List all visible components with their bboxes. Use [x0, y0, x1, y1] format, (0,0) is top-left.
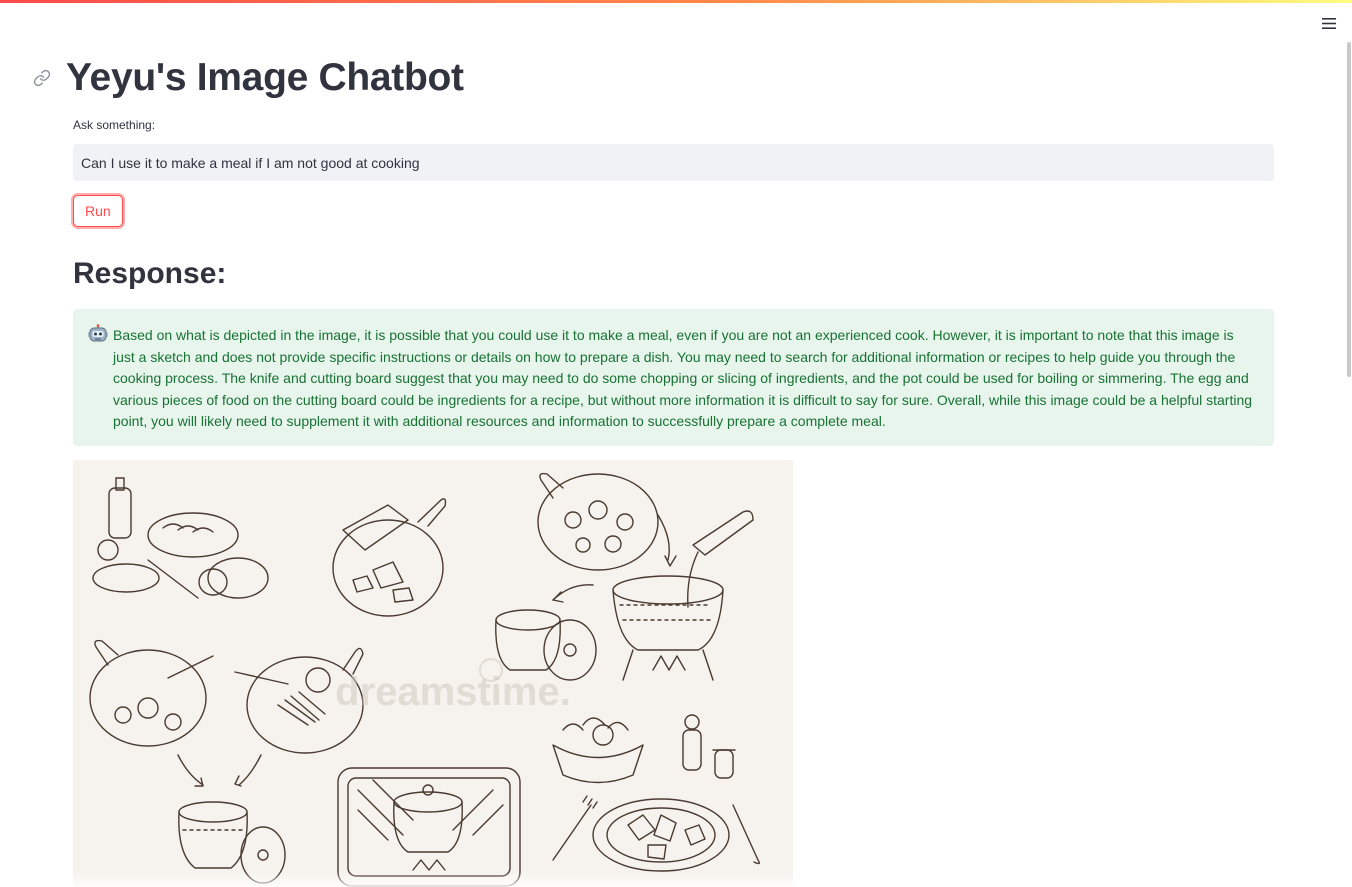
arrows-sketch — [177, 754, 262, 787]
oil-pouring-bottle-sketch — [687, 510, 754, 608]
hamburger-menu-icon — [1322, 17, 1336, 29]
response-heading: Response: — [73, 257, 227, 290]
knife-and-board-sketch — [332, 498, 447, 617]
response-text: Based on what is depicted in the image, … — [113, 327, 1253, 430]
oven-tray-sketch — [337, 767, 521, 887]
main-menu-button[interactable] — [1318, 14, 1340, 32]
pot-bottom-left-sketch — [178, 801, 286, 884]
response-success-box: Based on what is depicted in the image, … — [73, 309, 1274, 446]
ask-input[interactable] — [73, 144, 1274, 181]
image-watermark: dreamstime. — [335, 670, 571, 714]
board-with-mushrooms-sketch — [537, 472, 677, 571]
boiling-pot-sketch — [552, 575, 724, 681]
page-title: Yeyu's Image Chatbot — [66, 56, 464, 99]
pepper-mill-and-salt-sketch — [682, 714, 736, 779]
header-decoration-bar — [0, 0, 1352, 3]
ask-input-label: Ask something: — [73, 118, 156, 132]
watermark-sketch: dreamstime. — [335, 658, 571, 714]
link-icon[interactable] — [33, 69, 51, 87]
two-boards-with-vegetables-sketch — [89, 639, 364, 754]
robot-icon — [88, 324, 108, 344]
plate-with-food-sketch — [552, 795, 761, 872]
bread-basket-sketch — [552, 717, 644, 784]
oil-bottle-and-bread-sketch — [92, 477, 269, 599]
run-button[interactable]: Run — [73, 195, 123, 227]
scrollbar-thumb[interactable] — [1347, 42, 1351, 377]
title-row: Yeyu's Image Chatbot — [33, 56, 464, 100]
response-image: dreamstime. — [73, 460, 793, 887]
